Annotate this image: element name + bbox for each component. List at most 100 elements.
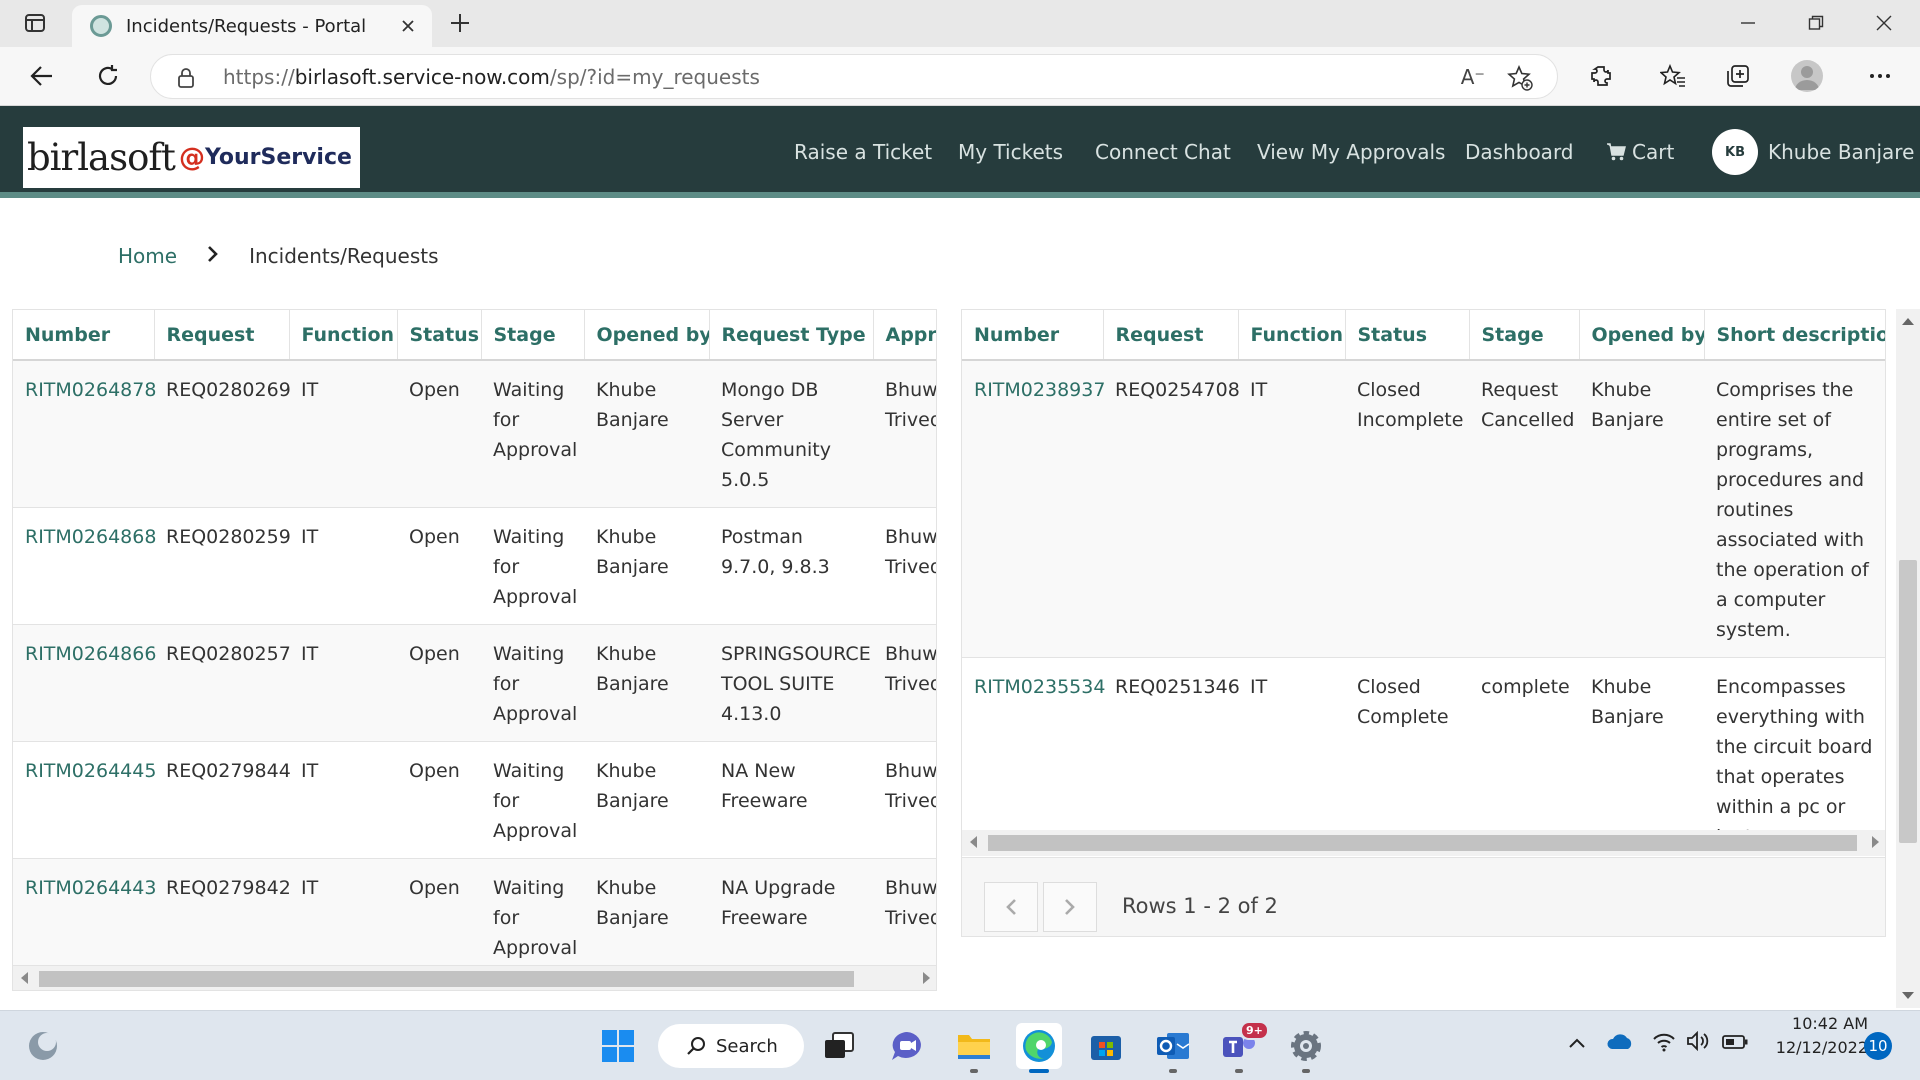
function-cell: IT	[289, 507, 397, 625]
prev-page-button[interactable]	[984, 882, 1038, 932]
settings-gear-icon[interactable]	[1283, 1023, 1329, 1073]
new-tab-button[interactable]	[440, 3, 480, 43]
tab-close-icon[interactable]	[390, 8, 426, 44]
browser-tab-active[interactable]: Incidents/Requests - Portal	[72, 5, 432, 47]
nav-view-approvals[interactable]: View My Approvals	[1257, 140, 1445, 164]
breadcrumb-home-link[interactable]: Home	[118, 244, 177, 268]
onedrive-cloud-icon[interactable]	[1606, 1032, 1634, 1054]
tab-actions-icon[interactable]	[15, 3, 55, 43]
url-scheme: https://	[223, 65, 295, 89]
nav-raise-ticket[interactable]: Raise a Ticket	[794, 140, 932, 164]
nav-connect-chat[interactable]: Connect Chat	[1095, 140, 1231, 164]
url-text[interactable]: https://birlasoft.service-now.com/sp/?id…	[223, 65, 760, 89]
add-favorite-icon[interactable]	[1507, 64, 1533, 95]
taskbar-clock[interactable]: 10:42 AM 12/12/2022	[1758, 1012, 1868, 1060]
column-header[interactable]: Opened by	[584, 310, 710, 361]
ritm-number-link[interactable]: RITM0264878	[13, 360, 156, 508]
volume-icon[interactable]	[1686, 1030, 1710, 1055]
opened-by-cell: Khube Banjare	[584, 360, 709, 508]
function-cell: IT	[289, 624, 397, 742]
column-header[interactable]: Request Type	[709, 310, 874, 361]
back-button[interactable]	[22, 56, 62, 96]
closed-requests-table: Number Request Function Status Stage Ope…	[962, 310, 1885, 865]
tab-strip: Incidents/Requests - Portal	[0, 0, 1920, 47]
profile-avatar-icon[interactable]	[1791, 60, 1823, 92]
breadcrumb: Home Incidents/Requests	[118, 244, 439, 268]
column-header[interactable]: Opened by	[1579, 310, 1705, 361]
next-page-button[interactable]	[1043, 882, 1097, 932]
request-cell: REQ0279842	[154, 858, 291, 976]
running-indicator	[1302, 1069, 1310, 1073]
refresh-button[interactable]	[88, 56, 128, 96]
start-menu-icon[interactable]	[595, 1023, 641, 1069]
user-name-menu[interactable]: Khube Banjare	[1768, 140, 1914, 164]
user-avatar[interactable]: KB	[1712, 129, 1758, 175]
request-cell: REQ0280259	[154, 507, 291, 625]
search-label: Search	[716, 1035, 778, 1057]
teams-icon[interactable]: 9+	[1216, 1021, 1269, 1073]
more-menu-icon[interactable]	[1860, 56, 1900, 96]
scroll-left-icon[interactable]	[21, 972, 28, 984]
birlasoft-logo[interactable]: birlasoft @ YourService	[23, 127, 360, 188]
scrollbar-thumb[interactable]	[39, 971, 854, 987]
column-header[interactable]: Number	[13, 310, 155, 361]
stage-cell: Waiting for Approval	[481, 624, 584, 742]
scroll-right-icon[interactable]	[923, 972, 930, 984]
column-header[interactable]: Number	[962, 310, 1104, 361]
weather-widget-icon[interactable]	[20, 1023, 66, 1069]
lock-icon[interactable]	[177, 67, 195, 93]
battery-icon[interactable]	[1722, 1034, 1748, 1053]
column-header[interactable]: Function	[289, 310, 398, 361]
column-header[interactable]: Status	[1345, 310, 1470, 361]
column-header[interactable]: Status	[397, 310, 482, 361]
taskbar-search-box[interactable]: Search	[658, 1024, 804, 1068]
close-window-button[interactable]	[1854, 3, 1914, 43]
opened-by-cell: Khube Banjare	[584, 624, 709, 742]
scroll-down-icon[interactable]	[1902, 992, 1914, 999]
scrollbar-thumb[interactable]	[988, 835, 1857, 851]
collections-icon[interactable]	[1718, 56, 1758, 96]
outlook-icon[interactable]	[1150, 1023, 1196, 1073]
restore-button[interactable]	[1786, 3, 1846, 43]
favorites-icon[interactable]	[1653, 56, 1693, 96]
ritm-number-link[interactable]: RITM0264866	[13, 624, 156, 742]
column-header[interactable]: Request	[1103, 310, 1239, 361]
minimize-button[interactable]	[1718, 3, 1778, 43]
column-header[interactable]: Stage	[481, 310, 585, 361]
task-view-icon[interactable]	[816, 1023, 862, 1069]
extensions-icon[interactable]	[1581, 56, 1621, 96]
column-header[interactable]: Request	[154, 310, 290, 361]
edge-browser-icon[interactable]	[1016, 1023, 1062, 1073]
open-requests-table: Number Request Function Status Stage Ope…	[13, 310, 936, 976]
scroll-up-icon[interactable]	[1902, 318, 1914, 325]
notification-count-badge[interactable]: 10	[1864, 1032, 1892, 1060]
column-header[interactable]: Approver	[873, 310, 936, 361]
ritm-number-link[interactable]: RITM0264445	[13, 741, 156, 859]
address-bar[interactable]: https://birlasoft.service-now.com/sp/?id…	[150, 54, 1558, 99]
ritm-number-link[interactable]: RITM0264868	[13, 507, 156, 625]
table-row: RITM0264866 REQ0280257 IT Open Waiting f…	[13, 624, 936, 742]
column-header[interactable]: Stage	[1469, 310, 1580, 361]
scroll-left-icon[interactable]	[970, 836, 977, 848]
stage-cell: Waiting for Approval	[481, 858, 584, 976]
file-explorer-icon[interactable]	[951, 1023, 997, 1073]
nav-cart[interactable]: Cart	[1606, 140, 1674, 164]
horizontal-scrollbar[interactable]	[962, 830, 1885, 856]
nav-my-tickets[interactable]: My Tickets	[958, 140, 1063, 164]
request-type-cell: SPRINGSOURCE TOOL SUITE 4.13.0	[709, 624, 873, 742]
scroll-right-icon[interactable]	[1872, 836, 1879, 848]
page-scrollbar-thumb[interactable]	[1899, 560, 1917, 843]
microsoft-store-icon[interactable]	[1083, 1023, 1129, 1069]
horizontal-scrollbar[interactable]	[13, 965, 936, 990]
column-header[interactable]: Function	[1238, 310, 1346, 361]
nav-dashboard[interactable]: Dashboard	[1465, 140, 1574, 164]
show-hidden-icons-chevron-icon[interactable]	[1568, 1034, 1586, 1053]
read-aloud-icon[interactable]: A⁻	[1461, 65, 1485, 89]
teams-chat-icon[interactable]	[884, 1023, 930, 1069]
ritm-number-link[interactable]: RITM0264443	[13, 858, 156, 976]
running-indicator	[1029, 1069, 1049, 1073]
wifi-icon[interactable]	[1652, 1030, 1676, 1056]
ritm-number-link[interactable]: RITM0238937	[962, 360, 1105, 658]
column-header[interactable]: Short description	[1704, 310, 1885, 361]
function-cell: IT	[289, 741, 397, 859]
